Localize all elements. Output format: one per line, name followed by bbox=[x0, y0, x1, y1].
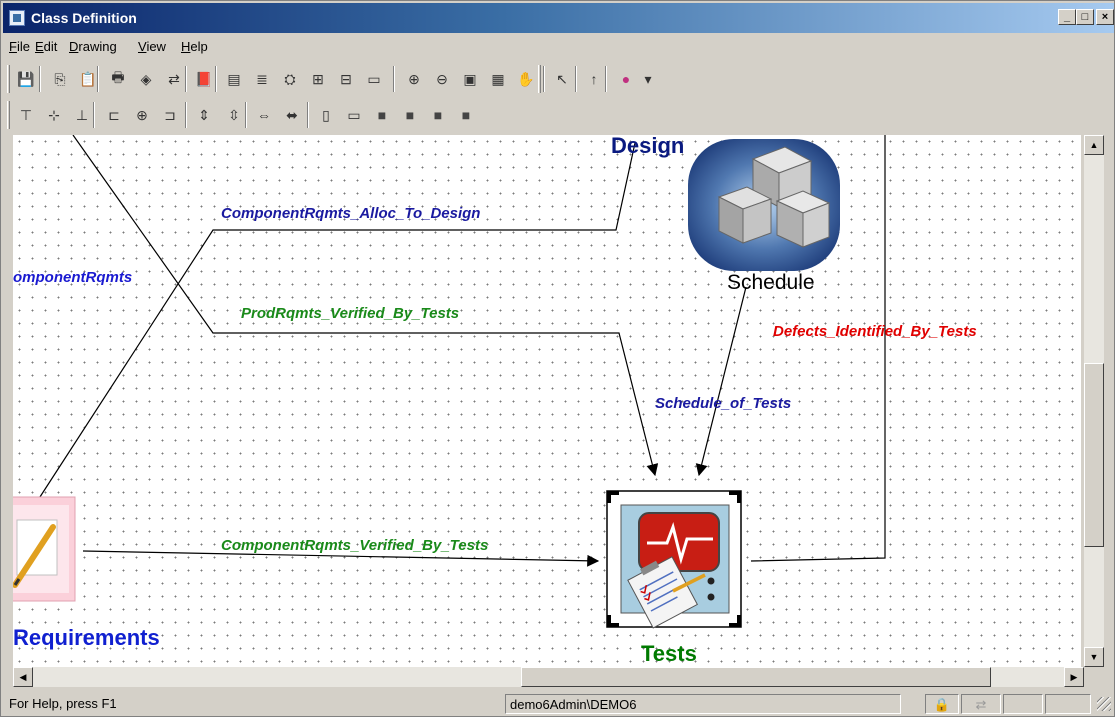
toolbar-separator bbox=[185, 66, 187, 92]
layer-2-icon[interactable]: ■ bbox=[399, 104, 421, 126]
attribute-icon[interactable]: ≣ bbox=[251, 68, 273, 90]
tests-node bbox=[606, 490, 742, 629]
schedule-node bbox=[688, 139, 840, 271]
toolbar-separator bbox=[575, 66, 577, 92]
app-window: Class Definition _ □ × File Edit Drawing Vi… bbox=[0, 0, 1115, 717]
align-center-icon[interactable]: ⊕ bbox=[131, 104, 153, 126]
vertical-scroll-thumb[interactable] bbox=[1084, 363, 1104, 547]
toolbar-grip[interactable] bbox=[7, 65, 10, 93]
toolbar-separator bbox=[39, 66, 41, 92]
zoom-page-icon[interactable]: ▦ bbox=[487, 68, 509, 90]
diagram-svg bbox=[13, 135, 886, 629]
menu-help[interactable]: Help bbox=[181, 39, 208, 54]
vertical-scrollbar[interactable]: ▲ ▼ bbox=[1084, 135, 1104, 667]
zoom-out-icon[interactable]: ⊖ bbox=[431, 68, 453, 90]
align-right-icon[interactable]: ⊐ bbox=[159, 104, 181, 126]
tests-label[interactable]: Tests bbox=[641, 641, 697, 667]
align-left-icon[interactable]: ⊏ bbox=[103, 104, 125, 126]
toolbar-separator bbox=[605, 66, 607, 92]
schedule-label[interactable]: Schedule bbox=[727, 271, 815, 295]
menu-edit[interactable]: Edit bbox=[35, 39, 57, 54]
scroll-up-button[interactable]: ▲ bbox=[1084, 135, 1104, 155]
layer-4-icon[interactable]: ■ bbox=[455, 104, 477, 126]
align-bottom-icon[interactable]: ⊥ bbox=[71, 104, 93, 126]
requirements-node bbox=[13, 496, 76, 602]
hand-icon[interactable]: ✋ bbox=[515, 68, 537, 90]
toolbar-grip[interactable] bbox=[7, 101, 10, 129]
link-label-compver[interactable]: ComponentRqmts_Verified_By_Tests bbox=[221, 537, 488, 554]
palette-icon[interactable]: ● bbox=[615, 68, 637, 90]
link-label-defects[interactable]: Defects_Identified_By_Tests bbox=[773, 323, 977, 340]
window-title: Class Definition bbox=[31, 10, 137, 26]
link-label-prod[interactable]: ProdRqmts_Verified_By_Tests bbox=[241, 305, 459, 322]
toolbar-separator bbox=[543, 66, 545, 92]
arrow-up-icon[interactable]: ↑ bbox=[583, 68, 605, 90]
menu-file[interactable]: File bbox=[9, 39, 30, 54]
menu-bar: File Edit Drawing View Help bbox=[3, 35, 1114, 59]
page-setup-icon[interactable]: ▭ bbox=[363, 68, 385, 90]
minimize-button[interactable]: _ bbox=[1058, 9, 1076, 25]
connect-icon[interactable]: ⇄ bbox=[163, 68, 185, 90]
app-icon bbox=[9, 10, 25, 26]
link-label-schedule[interactable]: Schedule_of_Tests bbox=[655, 395, 791, 412]
title-bar[interactable]: Class Definition _ □ × bbox=[3, 3, 1114, 33]
fit-icon[interactable]: ▣ bbox=[459, 68, 481, 90]
link-label-comp[interactable]: omponentRqmts bbox=[13, 269, 132, 286]
toolbar-separator bbox=[307, 102, 309, 128]
same-height-icon[interactable]: ▭ bbox=[343, 104, 365, 126]
space-vertical-icon[interactable]: ⇕ bbox=[193, 104, 215, 126]
book-icon[interactable]: 📕 bbox=[193, 68, 215, 90]
status-help-text: For Help, press F1 bbox=[9, 696, 117, 711]
status-pane-empty-2 bbox=[1045, 694, 1091, 714]
space-vertical-even-icon[interactable]: ⇳ bbox=[223, 104, 245, 126]
sync-icon: ⇄ bbox=[961, 694, 1001, 714]
link-line-sched bbox=[695, 286, 747, 477]
scroll-right-button[interactable]: ▶ bbox=[1064, 667, 1084, 687]
link-label-alloc[interactable]: ComponentRqmts_Alloc_To_Design bbox=[221, 205, 480, 222]
layer-3-icon[interactable]: ■ bbox=[427, 104, 449, 126]
copy-icon[interactable]: ⎘ bbox=[49, 68, 71, 90]
zoom-in-icon[interactable]: ⊕ bbox=[403, 68, 425, 90]
space-horizontal-icon[interactable]: ⇔ bbox=[253, 104, 275, 126]
layout-toolbar: ⊤ ⊹ ⊥ ⊏ ⊕ ⊐ ⇕ ⇳ ⇔ ⬌ ▯ ▭ ■ ■ ■ ■ bbox=[3, 97, 1114, 131]
design-label[interactable]: Design bbox=[611, 135, 684, 159]
toolbar-separator bbox=[393, 66, 395, 92]
properties-icon[interactable]: ▤ bbox=[223, 68, 245, 90]
find-icon[interactable]: ⛭ bbox=[279, 68, 301, 90]
status-bar: For Help, press F1 demo6Admin\DEMO6 🔒 ⇄ bbox=[3, 691, 1114, 716]
menu-view[interactable]: View bbox=[138, 39, 166, 54]
scroll-down-button[interactable]: ▼ bbox=[1084, 647, 1104, 667]
lock-icon: 🔒 bbox=[925, 694, 959, 714]
toolbar-separator bbox=[245, 102, 247, 128]
menu-drawing[interactable]: Drawing bbox=[69, 39, 117, 54]
toolbar-grip[interactable] bbox=[538, 65, 541, 93]
requirements-label[interactable]: Requirements bbox=[13, 625, 160, 651]
dropdown-icon[interactable]: ▾ bbox=[637, 68, 659, 90]
status-user: demo6Admin\DEMO6 bbox=[505, 694, 901, 714]
toolbar-separator bbox=[215, 66, 217, 92]
collapse-icon[interactable]: ⊟ bbox=[335, 68, 357, 90]
horizontal-scrollbar[interactable]: ◀ ▶ bbox=[13, 667, 1084, 687]
align-middle-icon[interactable]: ⊹ bbox=[43, 104, 65, 126]
maximize-button[interactable]: □ bbox=[1076, 9, 1094, 25]
toolbar-separator bbox=[93, 102, 95, 128]
scroll-left-button[interactable]: ◀ bbox=[13, 667, 33, 687]
resize-grip[interactable] bbox=[1097, 697, 1111, 711]
status-pane-empty-1 bbox=[1003, 694, 1043, 714]
save-icon[interactable]: 💾 bbox=[15, 68, 37, 90]
horizontal-scroll-thumb[interactable] bbox=[521, 667, 991, 687]
print-icon[interactable]: 🖶 bbox=[107, 68, 129, 90]
layer-1-icon[interactable]: ■ bbox=[371, 104, 393, 126]
standard-toolbar: 💾 ⎘ 📋 🖶 ◈ ⇄ 📕 ▤ ≣ ⛭ ⊞ ⊟ ▭ ⊕ ⊖ ▣ ▦ ✋ ↖ ↑ ● ▾ bbox=[3, 61, 1114, 95]
paste-icon[interactable]: 📋 bbox=[77, 68, 99, 90]
same-width-icon[interactable]: ▯ bbox=[315, 104, 337, 126]
pointer-icon[interactable]: ↖ bbox=[551, 68, 573, 90]
expand-icon[interactable]: ⊞ bbox=[307, 68, 329, 90]
close-button[interactable]: × bbox=[1096, 9, 1114, 25]
space-horizontal-even-icon[interactable]: ⬌ bbox=[281, 104, 303, 126]
preview-icon[interactable]: ◈ bbox=[135, 68, 157, 90]
toolbar-separator bbox=[185, 102, 187, 128]
align-top-icon[interactable]: ⊤ bbox=[15, 104, 37, 126]
diagram-canvas[interactable]: Design Schedule Tests Requirements Compo… bbox=[13, 135, 1081, 667]
